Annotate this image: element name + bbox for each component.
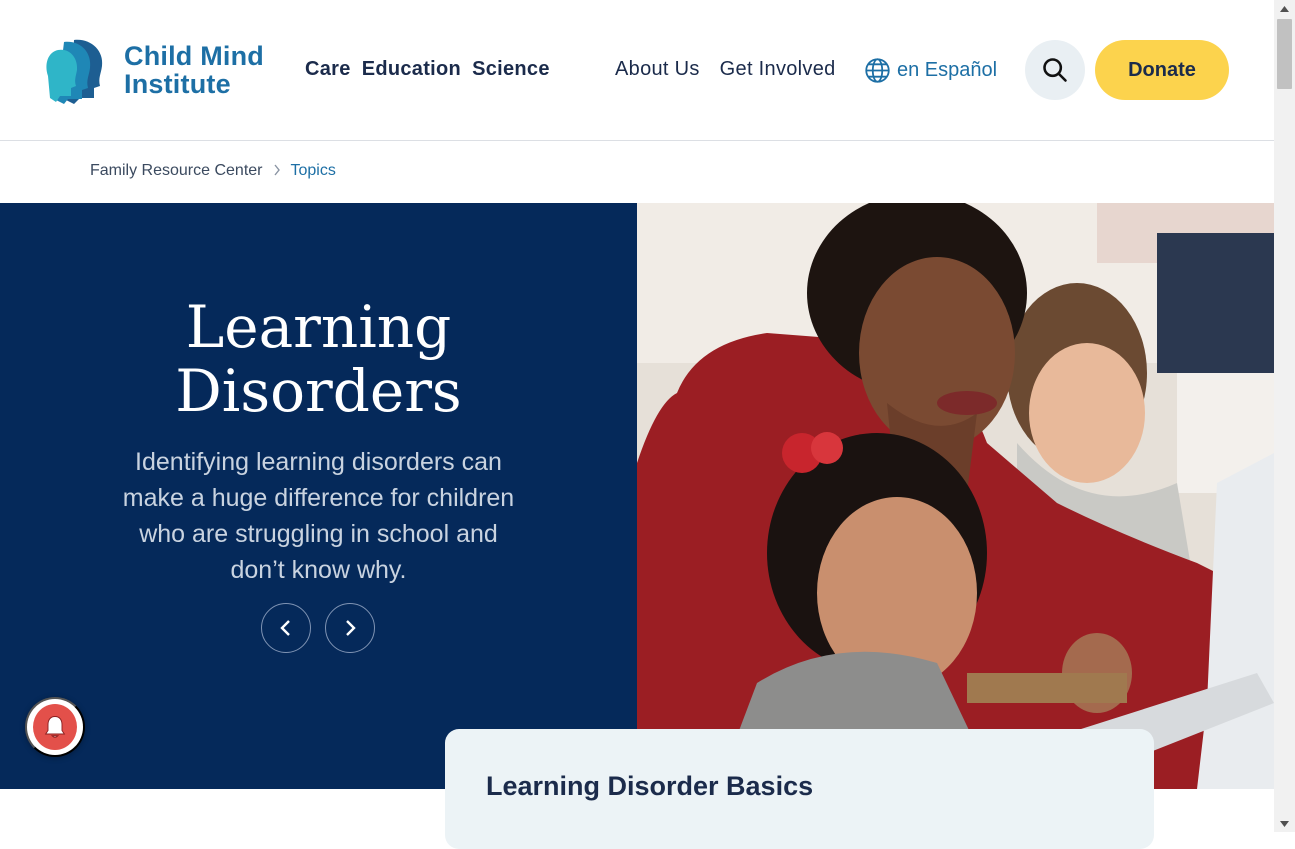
bell-badge bbox=[33, 704, 77, 750]
language-label: en Español bbox=[897, 59, 998, 81]
chevron-right-icon bbox=[273, 163, 281, 179]
site-header: Child Mind Institute Care Education Scie… bbox=[0, 0, 1274, 141]
breadcrumb: Family Resource Center Topics bbox=[90, 162, 336, 180]
carousel-next-button[interactable] bbox=[325, 603, 375, 653]
scroll-down-arrow[interactable] bbox=[1274, 815, 1295, 832]
notification-bell-button[interactable] bbox=[25, 697, 85, 757]
scroll-up-arrow[interactable] bbox=[1274, 0, 1295, 17]
learning-disorder-basics-card: Learning Disorder Basics bbox=[445, 729, 1154, 849]
hero-title-line-2: Disorders bbox=[175, 357, 462, 425]
carousel-prev-button[interactable] bbox=[261, 603, 311, 653]
nav-care[interactable]: Care bbox=[305, 58, 351, 81]
primary-nav: Care Education Science bbox=[305, 58, 550, 81]
chevron-left-icon bbox=[280, 620, 290, 636]
logo-line-1: Child Mind bbox=[124, 41, 264, 71]
breadcrumb-topics[interactable]: Topics bbox=[291, 162, 336, 180]
chevron-right-icon bbox=[346, 620, 356, 636]
search-button[interactable] bbox=[1025, 40, 1085, 100]
donate-button[interactable]: Donate bbox=[1095, 40, 1229, 100]
nav-about-us[interactable]: About Us bbox=[615, 58, 700, 81]
search-icon bbox=[1043, 58, 1067, 82]
globe-icon bbox=[865, 58, 890, 83]
secondary-nav: About Us Get Involved bbox=[615, 58, 836, 81]
logo-heads-icon bbox=[46, 39, 103, 104]
nav-get-involved[interactable]: Get Involved bbox=[720, 58, 836, 81]
logo-text: Child Mind Institute bbox=[124, 42, 264, 98]
logo-link[interactable]: Child Mind Institute bbox=[44, 36, 284, 106]
hero-description: Identifying learning disorders can make … bbox=[122, 448, 515, 584]
basics-card-title: Learning Disorder Basics bbox=[486, 771, 814, 801]
hero-panel: Learning Disorders Identifying learning … bbox=[0, 203, 637, 789]
nav-science[interactable]: Science bbox=[472, 58, 550, 81]
hero-title-line-1: Learning bbox=[185, 293, 452, 361]
breadcrumb-family-resource-center[interactable]: Family Resource Center bbox=[90, 162, 263, 180]
language-link[interactable]: en Español bbox=[864, 57, 997, 84]
scrollbar-thumb[interactable] bbox=[1277, 19, 1292, 89]
hero-photo-illustration bbox=[637, 203, 1274, 789]
hero-title: Learning Disorders bbox=[0, 295, 637, 423]
logo-line-2: Institute bbox=[124, 69, 231, 99]
bell-icon bbox=[44, 716, 66, 738]
nav-education[interactable]: Education bbox=[362, 58, 461, 81]
hero-photo bbox=[637, 203, 1274, 789]
page-scrollbar[interactable] bbox=[1274, 0, 1295, 832]
